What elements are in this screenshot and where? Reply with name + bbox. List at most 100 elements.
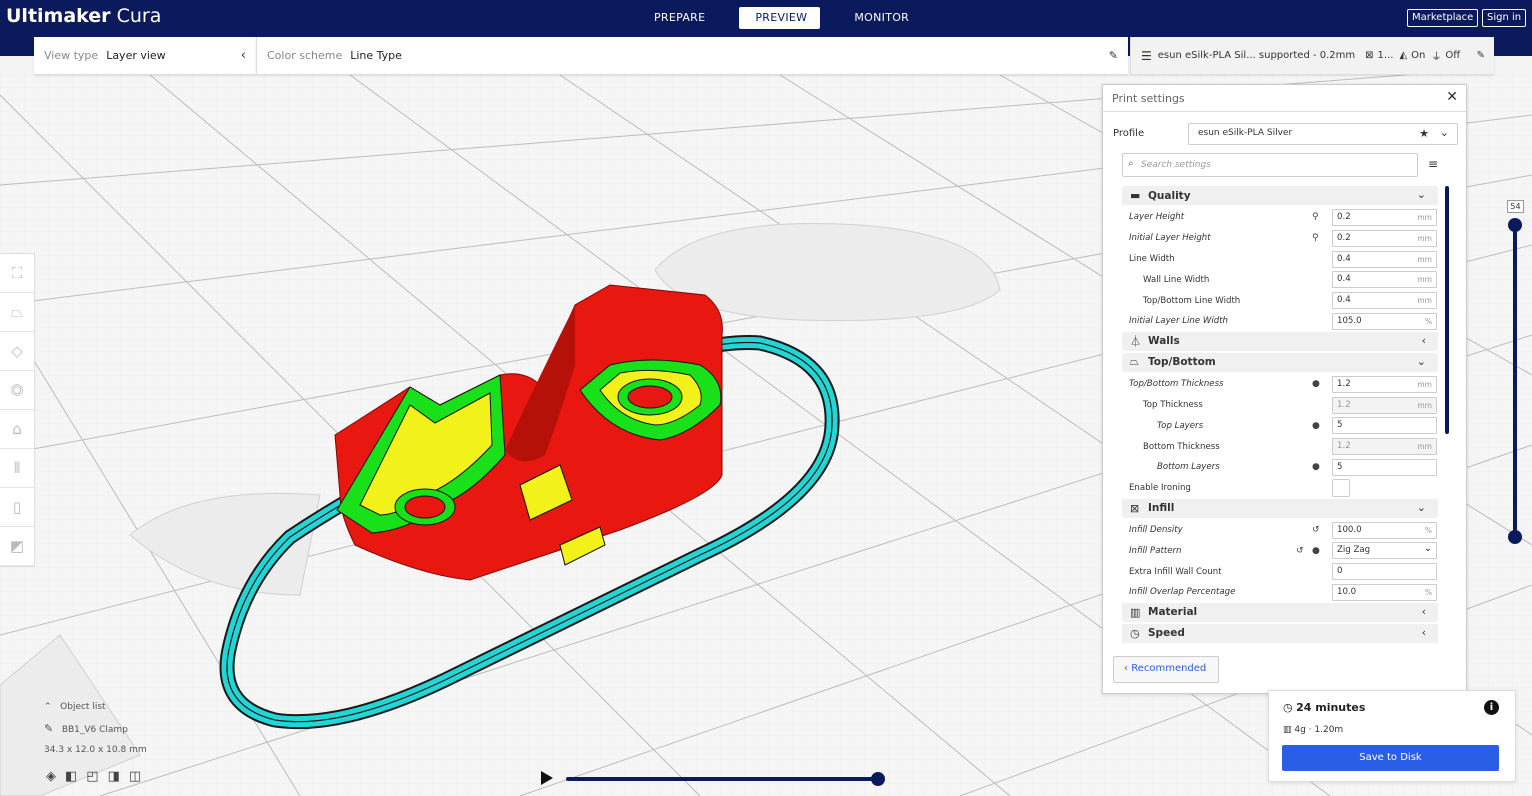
panel-title: Print settings ✕ bbox=[1103, 85, 1466, 112]
chevron-left-icon: ‹ bbox=[1421, 604, 1426, 618]
infill-icon: ⊠ bbox=[1130, 501, 1140, 515]
spool-icon: ▥ bbox=[1283, 725, 1295, 735]
layer-slider-lower-handle[interactable] bbox=[1508, 530, 1522, 544]
setting-row: Bottom Layers ● 5 bbox=[1122, 457, 1438, 478]
view-left-icon[interactable]: ⏣ bbox=[0, 371, 34, 410]
mesh-tools-icon[interactable]: ◩ bbox=[0, 527, 34, 566]
layer-slider-track[interactable] bbox=[1513, 224, 1517, 537]
infill-overlap-field[interactable]: 10.0% bbox=[1332, 583, 1437, 601]
view-left-cube-icon[interactable]: ◨ bbox=[108, 769, 120, 784]
settings-menu-icon[interactable]: ≡ bbox=[1428, 157, 1438, 171]
tab-preview[interactable]: PREVIEW bbox=[739, 7, 821, 29]
walls-icon: ⏃ bbox=[1130, 335, 1141, 349]
setting-row: Infill Pattern ↺ ● Zig Zag ⌄ bbox=[1122, 540, 1438, 561]
formula-icon: ● bbox=[1312, 462, 1320, 473]
color-scheme-value: Line Type bbox=[350, 49, 402, 62]
infill-density-field[interactable]: 100.0% bbox=[1332, 521, 1437, 539]
layer-slider-upper-handle[interactable] bbox=[1508, 218, 1522, 232]
signin-button[interactable]: Sign in bbox=[1482, 9, 1527, 27]
support-blocker-icon[interactable]: ▯ bbox=[0, 488, 34, 527]
star-icon[interactable]: ★ bbox=[1419, 127, 1429, 140]
view-front-icon[interactable]: ⏢ bbox=[0, 293, 34, 332]
line-width-field[interactable]: 0.4 mm bbox=[1332, 250, 1437, 268]
view-right-icon[interactable]: ⌂ bbox=[0, 410, 34, 449]
setting-row: Enable Ironing bbox=[1122, 478, 1438, 499]
settings-scrollbar[interactable] bbox=[1445, 186, 1449, 434]
setting-row: Top/Bottom Line Width 0.4 mm bbox=[1122, 290, 1438, 311]
category-speed[interactable]: ◷ Speed ‹ bbox=[1122, 623, 1438, 643]
top-layers-field[interactable]: 5 bbox=[1332, 417, 1437, 435]
topbottom-line-width-field[interactable]: 0.4 mm bbox=[1332, 292, 1437, 310]
per-model-icon[interactable]: ⫴ bbox=[0, 449, 34, 488]
view-type-label: View type bbox=[44, 49, 99, 62]
chevron-down-icon: ⌄ bbox=[1416, 188, 1426, 201]
setting-row: Initial Layer Line Width 105.0% bbox=[1122, 311, 1438, 332]
topbottom-thickness-field[interactable]: 1.2 mm bbox=[1332, 375, 1437, 393]
recommended-button[interactable]: ‹ Recommended bbox=[1113, 656, 1219, 683]
infill-icon: ⊠ bbox=[1365, 50, 1374, 61]
tab-monitor[interactable]: MONITOR bbox=[838, 7, 925, 29]
chevron-left-icon[interactable]: ‹ bbox=[241, 48, 246, 63]
topbottom-icon: ⏢ bbox=[1130, 355, 1139, 369]
infill-summary: 1... bbox=[1377, 50, 1394, 61]
view-top-icon[interactable]: ◇ bbox=[0, 332, 34, 371]
category-topbottom[interactable]: ⏢ Top/Bottom ⌄ bbox=[1122, 352, 1438, 372]
layer-height-field[interactable]: 0.2 mm bbox=[1332, 209, 1437, 226]
search-settings-input[interactable]: ⌕ Search settings bbox=[1122, 153, 1418, 177]
extra-infill-wall-field[interactable]: 0 bbox=[1332, 563, 1437, 581]
category-infill[interactable]: ⊠ Infill ⌄ bbox=[1122, 498, 1438, 518]
layer-number-label[interactable]: 54 bbox=[1507, 200, 1524, 213]
chevron-left-icon: ‹ bbox=[1421, 333, 1426, 347]
enable-ironing-checkbox[interactable] bbox=[1332, 478, 1350, 497]
category-quality[interactable]: ▬ Quality ⌄ bbox=[1122, 186, 1438, 205]
category-walls[interactable]: ⏃ Walls ‹ bbox=[1122, 331, 1438, 351]
wall-line-width-field[interactable]: 0.4 mm bbox=[1332, 271, 1437, 289]
play-icon[interactable] bbox=[541, 771, 553, 785]
category-material[interactable]: ▥ Material ‹ bbox=[1122, 602, 1438, 622]
setting-row: Infill Overlap Percentage 10.0% bbox=[1122, 582, 1438, 603]
link-icon: ⚲ bbox=[1312, 212, 1319, 223]
simulation-slider-track[interactable] bbox=[566, 777, 878, 781]
support-icon: ◭ bbox=[1399, 50, 1408, 61]
save-to-disk-button[interactable]: Save to Disk bbox=[1282, 745, 1499, 771]
initial-layer-line-width-field[interactable]: 105.0% bbox=[1332, 312, 1437, 330]
color-scheme-selector[interactable]: Color scheme Line Type ✎ bbox=[256, 37, 1128, 75]
view-type-selector[interactable]: View type Layer view ‹ bbox=[34, 37, 256, 75]
initial-layer-height-field[interactable]: 0.2 mm bbox=[1332, 229, 1437, 247]
print-setup-selector[interactable]: ☰ esun eSilk-PLA Sil... supported - 0.2m… bbox=[1130, 37, 1494, 75]
pencil-icon: ✎ bbox=[44, 722, 54, 735]
close-icon[interactable]: ✕ bbox=[1446, 89, 1458, 105]
profile-bars-icon: ☰ bbox=[1141, 48, 1152, 63]
chevron-left-icon: ‹ bbox=[1421, 625, 1426, 639]
view-top-cube-icon[interactable]: ◰ bbox=[86, 769, 98, 784]
marketplace-button[interactable]: Marketplace bbox=[1407, 9, 1479, 27]
profile-dropdown[interactable]: esun eSilk-PLA Silver ★ ⌄ bbox=[1188, 123, 1458, 145]
chevron-down-icon: ⌄ bbox=[1423, 543, 1432, 555]
quality-icon: ▬ bbox=[1130, 189, 1141, 202]
setting-row: Top Layers ● 5 bbox=[1122, 415, 1438, 436]
info-icon[interactable]: i bbox=[1484, 700, 1499, 715]
object-name-row[interactable]: ✎ BB1_V6 Clamp bbox=[44, 722, 147, 735]
view-3d-cube-icon[interactable]: ◈ bbox=[46, 769, 56, 784]
object-list-toggle[interactable]: ⌃ Object list bbox=[44, 702, 147, 712]
edit-pencil-icon[interactable]: ✎ bbox=[1477, 50, 1485, 61]
edit-pencil-icon[interactable]: ✎ bbox=[1109, 49, 1118, 62]
profile-row: Profile esun eSilk-PLA Silver ★ ⌄ bbox=[1113, 123, 1458, 145]
bottom-thickness-field[interactable]: 1.2 mm bbox=[1332, 438, 1437, 456]
top-thickness-field[interactable]: 1.2 mm bbox=[1332, 396, 1437, 414]
view-front-cube-icon[interactable]: ◧ bbox=[65, 769, 77, 784]
settings-list: ▬ Quality ⌄ Layer Height ⚲ 0.2 mm Initial Lay… bbox=[1122, 186, 1438, 649]
setting-row: Infill Density ↺ 100.0% bbox=[1122, 520, 1438, 541]
formula-icon: ● bbox=[1312, 379, 1320, 390]
bottom-layers-field[interactable]: 5 bbox=[1332, 458, 1437, 476]
simulation-slider-handle[interactable] bbox=[871, 772, 885, 786]
left-toolbar: ⛶ ⏢ ◇ ⏣ ⌂ ⫴ ▯ ◩ bbox=[0, 253, 35, 567]
tab-prepare[interactable]: PREPARE bbox=[638, 7, 721, 29]
view-right-cube-icon[interactable]: ◫ bbox=[129, 769, 141, 784]
view-3d-icon[interactable]: ⛶ bbox=[0, 254, 34, 293]
print-time: ◷ 24 minutes bbox=[1283, 701, 1366, 714]
setting-row: Bottom Thickness 1.2 mm bbox=[1122, 436, 1438, 457]
speed-icon: ◷ bbox=[1130, 626, 1140, 640]
object-dimensions: 34.3 x 12.0 x 10.8 mm bbox=[44, 745, 147, 755]
infill-pattern-dropdown[interactable]: Zig Zag ⌄ bbox=[1332, 542, 1437, 560]
